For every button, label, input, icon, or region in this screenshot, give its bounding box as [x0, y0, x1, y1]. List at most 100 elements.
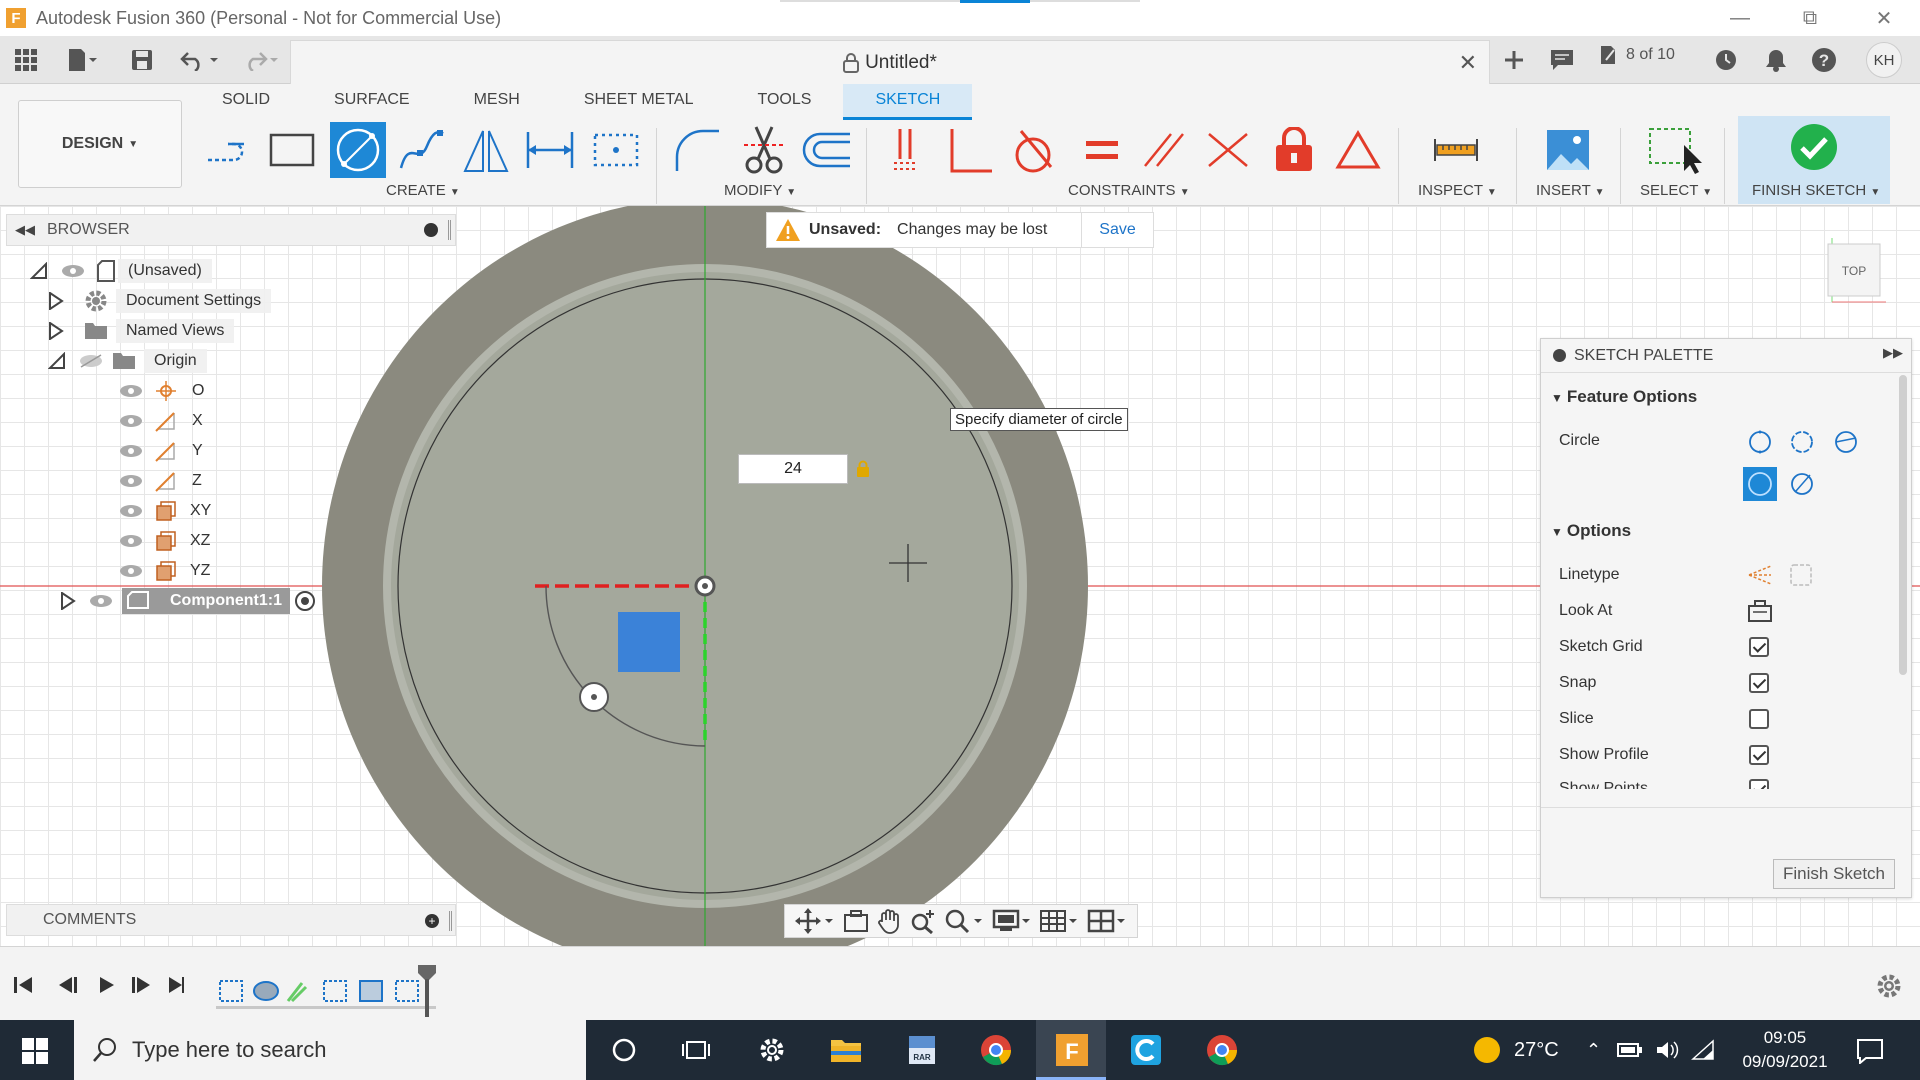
job-status[interactable]: 8 of 10: [1598, 44, 1675, 66]
panel-pin-icon[interactable]: [449, 911, 452, 931]
modify-menu[interactable]: MODIFY ▼: [724, 182, 796, 199]
trim-scissors-tool[interactable]: [736, 122, 792, 178]
action-center-icon[interactable]: [1856, 1038, 1884, 1064]
coincident-constraint-icon[interactable]: [880, 122, 936, 178]
center-radius-circle-selected[interactable]: [1743, 467, 1777, 501]
origin-item-plane-yz[interactable]: YZ: [118, 554, 210, 588]
new-tab-icon[interactable]: [1496, 44, 1532, 76]
timeline-marker[interactable]: [416, 965, 438, 1017]
save-icon[interactable]: [126, 44, 158, 76]
measure-tool[interactable]: [1428, 122, 1484, 178]
collapsed-arrow-icon[interactable]: [48, 292, 64, 310]
tab-surface[interactable]: SURFACE: [302, 84, 442, 120]
battery-icon[interactable]: [1617, 1041, 1643, 1059]
construction-linetype-icon[interactable]: [1747, 563, 1773, 587]
snap-checkbox[interactable]: [1749, 673, 1769, 693]
chrome-icon[interactable]: [976, 1030, 1016, 1070]
inspect-menu[interactable]: INSPECT ▼: [1418, 182, 1497, 199]
tree-item-component[interactable]: Component1:1: [60, 584, 316, 618]
visibility-eye-icon[interactable]: [118, 533, 144, 549]
close-tab-icon[interactable]: ✕: [1459, 50, 1477, 76]
settings-gear-icon[interactable]: [752, 1030, 792, 1070]
dimension-tool[interactable]: [522, 122, 578, 178]
save-link[interactable]: Save: [1081, 212, 1153, 248]
feature-options-section[interactable]: ▼ Feature Options: [1551, 387, 1697, 407]
system-tray-icons[interactable]: ⌃: [1586, 1020, 1715, 1080]
ccleaner-icon[interactable]: [1126, 1030, 1166, 1070]
weather-widget[interactable]: 27°C: [1474, 1020, 1559, 1080]
origin-item-axis-z[interactable]: Z: [118, 464, 202, 498]
perpendicular-constraint-icon[interactable]: [942, 122, 998, 178]
file-explorer-icon[interactable]: [826, 1030, 866, 1070]
hidden-eye-icon[interactable]: [78, 353, 104, 369]
visibility-eye-icon[interactable]: [118, 383, 144, 399]
origin-item-axis-y[interactable]: Y: [118, 434, 203, 468]
cortana-icon[interactable]: [604, 1030, 644, 1070]
comments-icon[interactable]: [1544, 44, 1580, 76]
insert-image-icon[interactable]: [1540, 122, 1596, 178]
look-at-icon[interactable]: [843, 909, 869, 933]
fusion360-taskbar-icon[interactable]: F: [1052, 1030, 1092, 1070]
tree-root[interactable]: (Unsaved): [30, 254, 212, 288]
create-menu[interactable]: CREATE ▼: [386, 182, 460, 199]
collapsed-arrow-icon[interactable]: [60, 592, 76, 610]
fillet-tool[interactable]: [670, 122, 726, 178]
timeline-playback-controls[interactable]: [14, 975, 184, 995]
file-menu-icon[interactable]: [60, 44, 104, 76]
collapse-panel-icon[interactable]: ◀◀: [15, 222, 35, 238]
constraints-menu[interactable]: CONSTRAINTS ▼: [1068, 182, 1190, 199]
close-window-button[interactable]: ✕: [1854, 0, 1914, 36]
tree-item-named-views[interactable]: Named Views: [48, 314, 235, 348]
clock[interactable]: 09:05 09/09/2021: [1730, 1026, 1840, 1074]
visibility-eye-icon[interactable]: [118, 503, 144, 519]
timeline-settings-gear-icon[interactable]: [1876, 973, 1902, 999]
undo-icon[interactable]: [176, 44, 224, 76]
insert-menu[interactable]: INSERT ▼: [1536, 182, 1605, 199]
parallel-constraint-icon[interactable]: [1136, 122, 1192, 178]
equal-constraint-icon[interactable]: [1074, 122, 1130, 178]
history-clock-icon[interactable]: [1710, 44, 1742, 76]
rectangle-tool[interactable]: [264, 122, 320, 178]
notifications-bell-icon[interactable]: [1760, 44, 1792, 76]
select-menu[interactable]: SELECT ▼: [1640, 182, 1712, 199]
document-tab[interactable]: Untitled* ✕: [290, 40, 1490, 84]
expanded-arrow-icon[interactable]: [48, 352, 66, 370]
three-point-circle-icon[interactable]: [1833, 429, 1859, 455]
chevron-up-icon[interactable]: ⌃: [1586, 1040, 1601, 1061]
panel-pin-icon[interactable]: [448, 220, 451, 240]
line-tool[interactable]: [202, 122, 258, 178]
center-diameter-circle-icon[interactable]: [1747, 429, 1773, 455]
show-points-checkbox[interactable]: [1749, 779, 1769, 789]
circle-tool[interactable]: [330, 122, 386, 178]
point-tool[interactable]: [588, 122, 644, 178]
offset-tool[interactable]: [798, 122, 854, 178]
tree-item-document-settings[interactable]: Document Settings: [48, 284, 272, 318]
view-cube[interactable]: TOP: [1820, 232, 1890, 312]
visibility-eye-icon[interactable]: [118, 413, 144, 429]
minimize-panel-icon[interactable]: [424, 223, 438, 237]
minimize-button[interactable]: —: [1710, 0, 1770, 36]
tree-item-origin[interactable]: Origin: [48, 344, 207, 378]
palette-scrollbar[interactable]: [1899, 375, 1907, 675]
pan-hand-icon[interactable]: [876, 908, 902, 934]
tab-tools[interactable]: TOOLS: [725, 84, 843, 120]
data-panel-grid-icon[interactable]: [10, 44, 42, 76]
network-icon[interactable]: [1691, 1039, 1715, 1061]
tangent-constraint-icon[interactable]: [1004, 122, 1060, 178]
fix-lock-constraint-icon[interactable]: [1266, 122, 1322, 178]
fit-zoom-icon[interactable]: [944, 908, 984, 934]
help-icon[interactable]: ?: [1808, 44, 1840, 76]
visibility-eye-icon[interactable]: [118, 443, 144, 459]
workspace-switcher[interactable]: DESIGN ▼: [18, 100, 182, 188]
tab-solid[interactable]: SOLID: [190, 84, 302, 120]
horizontal-vertical-constraint-icon[interactable]: [1200, 122, 1256, 178]
dimension-lock-icon[interactable]: [856, 460, 870, 478]
select-window-icon[interactable]: [1646, 122, 1702, 178]
sketch-grid-checkbox[interactable]: [1749, 637, 1769, 657]
display-settings-icon[interactable]: [992, 908, 1032, 934]
slice-checkbox[interactable]: [1749, 709, 1769, 729]
viewports-icon[interactable]: [1087, 908, 1127, 934]
origin-item-plane-xy[interactable]: XY: [118, 494, 211, 528]
timeline-track[interactable]: [216, 977, 436, 1009]
expand-palette-icon[interactable]: ▶▶: [1883, 345, 1903, 361]
